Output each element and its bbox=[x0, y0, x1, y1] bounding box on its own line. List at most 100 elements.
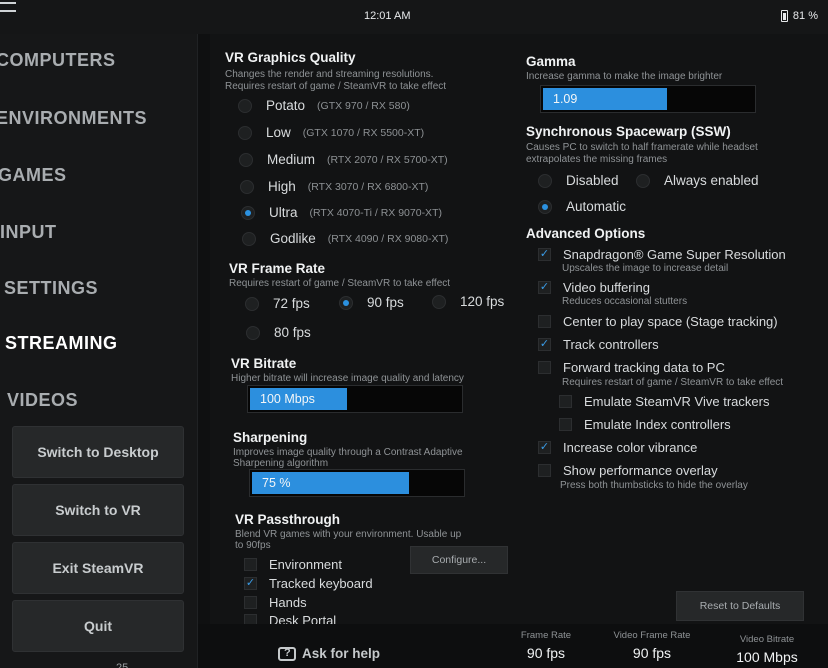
ssw-option-automatic[interactable]: Automatic bbox=[538, 199, 626, 214]
frame-rate-option-80[interactable]: 80 fps bbox=[246, 325, 311, 340]
option-label: 90 fps bbox=[367, 295, 404, 310]
quit-button[interactable]: Quit bbox=[12, 600, 184, 652]
adv-emulate-index-controllers[interactable]: Emulate Index controllers bbox=[559, 417, 731, 432]
option-gpu-note: (RTX 2070 / RX 5700-XT) bbox=[327, 153, 448, 166]
radio-button-selected[interactable] bbox=[538, 199, 552, 214]
sidebar-footer-text: 25 bbox=[116, 662, 129, 668]
sharpening-desc-2: Sharpening algorithm bbox=[233, 458, 329, 469]
radio-button[interactable] bbox=[242, 231, 256, 246]
option-label: Ultra bbox=[269, 205, 298, 220]
radio-button-selected[interactable] bbox=[339, 295, 353, 310]
ask-for-help-button[interactable]: Ask for help bbox=[278, 646, 380, 661]
graphics-option-potato[interactable]: Potato (GTX 970 / RX 580) bbox=[238, 98, 410, 113]
sharpening-value: 75 % bbox=[262, 476, 291, 490]
checkbox-label: Emulate Index controllers bbox=[584, 417, 731, 432]
adv-emulate-vive-trackers[interactable]: Emulate SteamVR Vive trackers bbox=[559, 394, 769, 409]
frame-rate-option-120[interactable]: 120 fps bbox=[432, 294, 504, 309]
graphics-option-godlike[interactable]: Godlike (RTX 4090 / RX 9080-XT) bbox=[242, 231, 448, 246]
option-label: Godlike bbox=[270, 231, 316, 246]
gamma-slider[interactable]: 1.09 bbox=[540, 85, 756, 113]
graphics-option-high[interactable]: High (RTX 3070 / RX 6800-XT) bbox=[240, 179, 428, 194]
option-label: Low bbox=[266, 125, 291, 140]
radio-button[interactable] bbox=[432, 294, 446, 309]
checkmark-icon[interactable]: ✓ bbox=[538, 338, 551, 351]
nav-item-environments[interactable]: ENVIRONMENTS bbox=[0, 108, 147, 129]
nav-item-streaming[interactable]: STREAMING bbox=[5, 333, 118, 354]
bottom-bar: Ask for help Frame Rate 90 fps Video Fra… bbox=[198, 624, 828, 668]
radio-button[interactable] bbox=[240, 179, 254, 194]
frame-rate-desc: Requires restart of game / SteamVR to ta… bbox=[229, 278, 451, 289]
passthrough-environment[interactable]: Environment bbox=[244, 557, 342, 572]
option-gpu-note: (RTX 3070 / RX 6800-XT) bbox=[307, 180, 429, 193]
checkbox[interactable] bbox=[244, 596, 257, 609]
ask-for-help-label: Ask for help bbox=[302, 646, 381, 661]
option-gpu-note: (GTX 1070 / RX 5500-XT) bbox=[302, 126, 425, 139]
advanced-options-title: Advanced Options bbox=[526, 226, 646, 241]
checkbox[interactable] bbox=[538, 464, 551, 477]
frame-rate-option-72[interactable]: 72 fps bbox=[245, 296, 310, 311]
bitrate-slider[interactable]: 100 Mbps bbox=[247, 385, 463, 413]
bitrate-desc: Higher bitrate will increase image quali… bbox=[231, 373, 464, 384]
checkbox-label: Emulate SteamVR Vive trackers bbox=[584, 394, 770, 409]
hamburger-icon[interactable] bbox=[0, 2, 16, 12]
checkbox[interactable] bbox=[538, 361, 551, 374]
radio-button[interactable] bbox=[246, 325, 260, 340]
checkbox[interactable] bbox=[559, 395, 572, 408]
graphics-option-medium[interactable]: Medium (RTX 2070 / RX 5700-XT) bbox=[239, 152, 448, 167]
passthrough-tracked-keyboard[interactable]: ✓ Tracked keyboard bbox=[244, 576, 373, 591]
checkmark-icon[interactable]: ✓ bbox=[538, 281, 551, 294]
adv-performance-overlay[interactable]: Show performance overlay bbox=[538, 463, 718, 478]
radio-button[interactable] bbox=[245, 296, 259, 311]
radio-button[interactable] bbox=[636, 173, 650, 188]
sharpening-slider[interactable]: 75 % bbox=[249, 469, 465, 497]
switch-to-desktop-button[interactable]: Switch to Desktop bbox=[12, 426, 184, 478]
nav-item-settings[interactable]: SETTINGS bbox=[4, 278, 98, 299]
checkmark-icon[interactable]: ✓ bbox=[538, 248, 551, 261]
option-label: 72 fps bbox=[273, 296, 310, 311]
adv-super-resolution-desc: Upscales the image to increase detail bbox=[562, 263, 729, 274]
checkmark-icon[interactable]: ✓ bbox=[538, 441, 551, 454]
sharpening-title: Sharpening bbox=[233, 430, 308, 445]
ssw-desc-2: extrapolates the missing frames bbox=[526, 154, 668, 165]
adv-color-vibrance[interactable]: ✓ Increase color vibrance bbox=[538, 440, 697, 455]
radio-button[interactable] bbox=[538, 173, 552, 188]
nav-item-games[interactable]: GAMES bbox=[0, 165, 67, 186]
radio-button[interactable] bbox=[239, 152, 253, 167]
nav-item-input[interactable]: INPUT bbox=[0, 222, 57, 243]
reset-to-defaults-button[interactable]: Reset to Defaults bbox=[676, 591, 804, 621]
option-gpu-note: (GTX 970 / RX 580) bbox=[317, 99, 410, 112]
checkbox[interactable] bbox=[559, 418, 572, 431]
stat-value: 100 Mbps bbox=[736, 649, 798, 665]
checkbox[interactable] bbox=[538, 315, 551, 328]
checkmark-icon[interactable]: ✓ bbox=[244, 577, 257, 590]
frame-rate-option-90[interactable]: 90 fps bbox=[339, 295, 404, 310]
graphics-quality-desc: Changes the render and streaming resolut… bbox=[225, 69, 434, 80]
graphics-quality-title: VR Graphics Quality bbox=[225, 50, 356, 65]
nav-item-videos[interactable]: VIDEOS bbox=[7, 390, 78, 411]
option-label: High bbox=[268, 179, 296, 194]
exit-steamvr-button[interactable]: Exit SteamVR bbox=[12, 542, 184, 594]
adv-forward-tracking[interactable]: Forward tracking data to PC bbox=[538, 360, 725, 375]
adv-center-play-space[interactable]: Center to play space (Stage tracking) bbox=[538, 314, 778, 329]
nav-item-computers[interactable]: COMPUTERS bbox=[0, 50, 116, 71]
adv-video-buffering[interactable]: ✓ Video buffering bbox=[538, 280, 650, 295]
radio-button[interactable] bbox=[238, 98, 252, 113]
stat-value: 90 fps bbox=[632, 645, 672, 661]
passthrough-hands[interactable]: Hands bbox=[244, 595, 307, 610]
adv-track-controllers[interactable]: ✓ Track controllers bbox=[538, 337, 659, 352]
adv-super-resolution[interactable]: ✓ Snapdragon® Game Super Resolution bbox=[538, 247, 786, 262]
switch-to-vr-button[interactable]: Switch to VR bbox=[12, 484, 184, 536]
option-label: Disabled bbox=[566, 173, 619, 188]
checkbox[interactable] bbox=[244, 558, 257, 571]
ssw-option-disabled[interactable]: Disabled bbox=[538, 173, 619, 188]
gamma-value: 1.09 bbox=[553, 92, 578, 106]
ssw-option-always-enabled[interactable]: Always enabled bbox=[636, 173, 759, 188]
sharpening-desc: Improves image quality through a Contras… bbox=[233, 447, 463, 458]
option-label: Automatic bbox=[566, 199, 627, 214]
graphics-option-low[interactable]: Low (GTX 1070 / RX 5500-XT) bbox=[238, 125, 424, 140]
radio-button[interactable] bbox=[238, 125, 252, 140]
stat-value: 90 fps bbox=[526, 645, 566, 661]
radio-button-selected[interactable] bbox=[241, 205, 255, 220]
configure-button[interactable]: Configure... bbox=[410, 546, 508, 574]
graphics-option-ultra[interactable]: Ultra (RTX 4070-Ti / RX 9070-XT) bbox=[241, 205, 442, 220]
